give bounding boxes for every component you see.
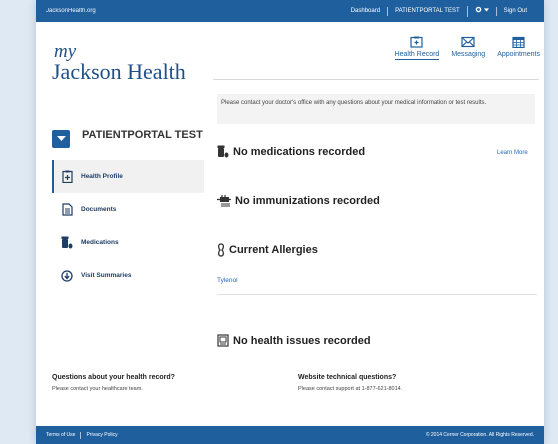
section-divider: [217, 294, 537, 295]
chevron-down-icon: [483, 7, 489, 16]
logo-name: Jackson Health: [52, 59, 186, 84]
allergy-item[interactable]: Tylenol: [217, 277, 238, 284]
health-issues-heading: No health issues recorded: [233, 334, 371, 347]
chevron-down-icon: [56, 136, 66, 141]
main-nav: Health Record Messaging Appointments: [394, 36, 540, 60]
copyright-text: © 2014 Cerner Corporation. All Rights Re…: [425, 432, 534, 438]
immunizations-section: No immunizations recorded: [217, 195, 380, 207]
nav-appointments[interactable]: Appointments: [497, 36, 540, 60]
health-issues-section: No health issues recorded: [217, 334, 371, 347]
footer-health-questions: Questions about your health record? Plea…: [52, 374, 175, 392]
logo-my: my: [54, 41, 77, 62]
calendar-icon: [512, 36, 525, 49]
health-record-icon: [410, 36, 424, 48]
allergy-icon: [217, 243, 225, 257]
sidebar: Health Profile Documents Medications Vis…: [52, 160, 204, 292]
sidebar-item-label: Visit Summaries: [81, 272, 132, 279]
circle-arrow-icon: [61, 269, 73, 283]
footer-health-text: Please contact your healthcare team.: [52, 386, 143, 392]
syringe-icon: [217, 195, 231, 207]
sign-out-link[interactable]: Sign Out: [495, 6, 534, 16]
nav-appointments-label: Appointments: [497, 51, 540, 58]
footer-technical-title: Website technical questions?: [298, 374, 397, 381]
pill-bottle-icon: [217, 145, 229, 158]
medications-heading: No medications recorded: [233, 145, 366, 158]
allergies-section: Current Allergies: [217, 243, 318, 257]
pill-bottle-icon: [61, 236, 73, 250]
top-bar: JacksonHealth.org Dashboard PATIENTPORTA…: [36, 0, 544, 22]
sidebar-item-documents[interactable]: Documents: [52, 193, 204, 226]
patient-name: PATIENTPORTAL TEST: [82, 129, 203, 141]
dashboard-link[interactable]: Dashboard: [344, 7, 387, 16]
document-icon: [61, 203, 73, 217]
bottom-bar: Terms of Use Privacy Policy © 2014 Cerne…: [36, 426, 544, 444]
nav-health-record-label: Health Record: [394, 51, 440, 60]
footer-health-title: Questions about your health record?: [52, 374, 175, 381]
contact-notice: Please contact your doctor's office with…: [217, 94, 535, 124]
sidebar-item-medications[interactable]: Medications: [52, 226, 204, 259]
user-name-link[interactable]: PATIENTPORTAL TEST: [387, 6, 467, 16]
site-link[interactable]: JacksonHealth.org: [46, 8, 344, 14]
footer-technical-questions: Website technical questions? Please cont…: [298, 374, 402, 392]
envelope-icon: [461, 36, 475, 48]
gear-icon: [475, 6, 482, 17]
sidebar-item-label: Health Profile: [81, 173, 123, 180]
allergies-heading: Current Allergies: [229, 244, 318, 256]
immunizations-heading: No immunizations recorded: [235, 195, 380, 207]
sidebar-item-visit-summaries[interactable]: Visit Summaries: [52, 259, 204, 292]
learn-more-link[interactable]: Learn More: [497, 150, 528, 156]
nav-divider: [213, 79, 539, 80]
settings-menu[interactable]: [466, 5, 496, 17]
health-profile-icon: [61, 170, 73, 184]
sidebar-item-label: Medications: [81, 239, 119, 246]
nav-health-record[interactable]: Health Record: [394, 36, 440, 60]
sidebar-item-label: Documents: [81, 206, 117, 213]
privacy-link[interactable]: Privacy Policy: [86, 432, 122, 439]
portal-page: JacksonHealth.org Dashboard PATIENTPORTA…: [36, 0, 544, 444]
jackson-health-logo[interactable]: my Jackson Health: [52, 41, 186, 84]
patient-selector[interactable]: PATIENTPORTAL TEST: [52, 129, 203, 148]
terms-link[interactable]: Terms of Use: [46, 431, 82, 439]
footer-technical-text: Please contact support at 1-877-621-8014…: [298, 386, 403, 392]
sidebar-item-health-profile[interactable]: Health Profile: [52, 160, 204, 193]
clipboard-icon: [217, 334, 229, 347]
patient-dropdown-button[interactable]: [52, 130, 70, 148]
nav-messaging[interactable]: Messaging: [451, 36, 485, 60]
nav-messaging-label: Messaging: [451, 51, 486, 58]
medications-section: No medications recorded: [217, 145, 365, 158]
